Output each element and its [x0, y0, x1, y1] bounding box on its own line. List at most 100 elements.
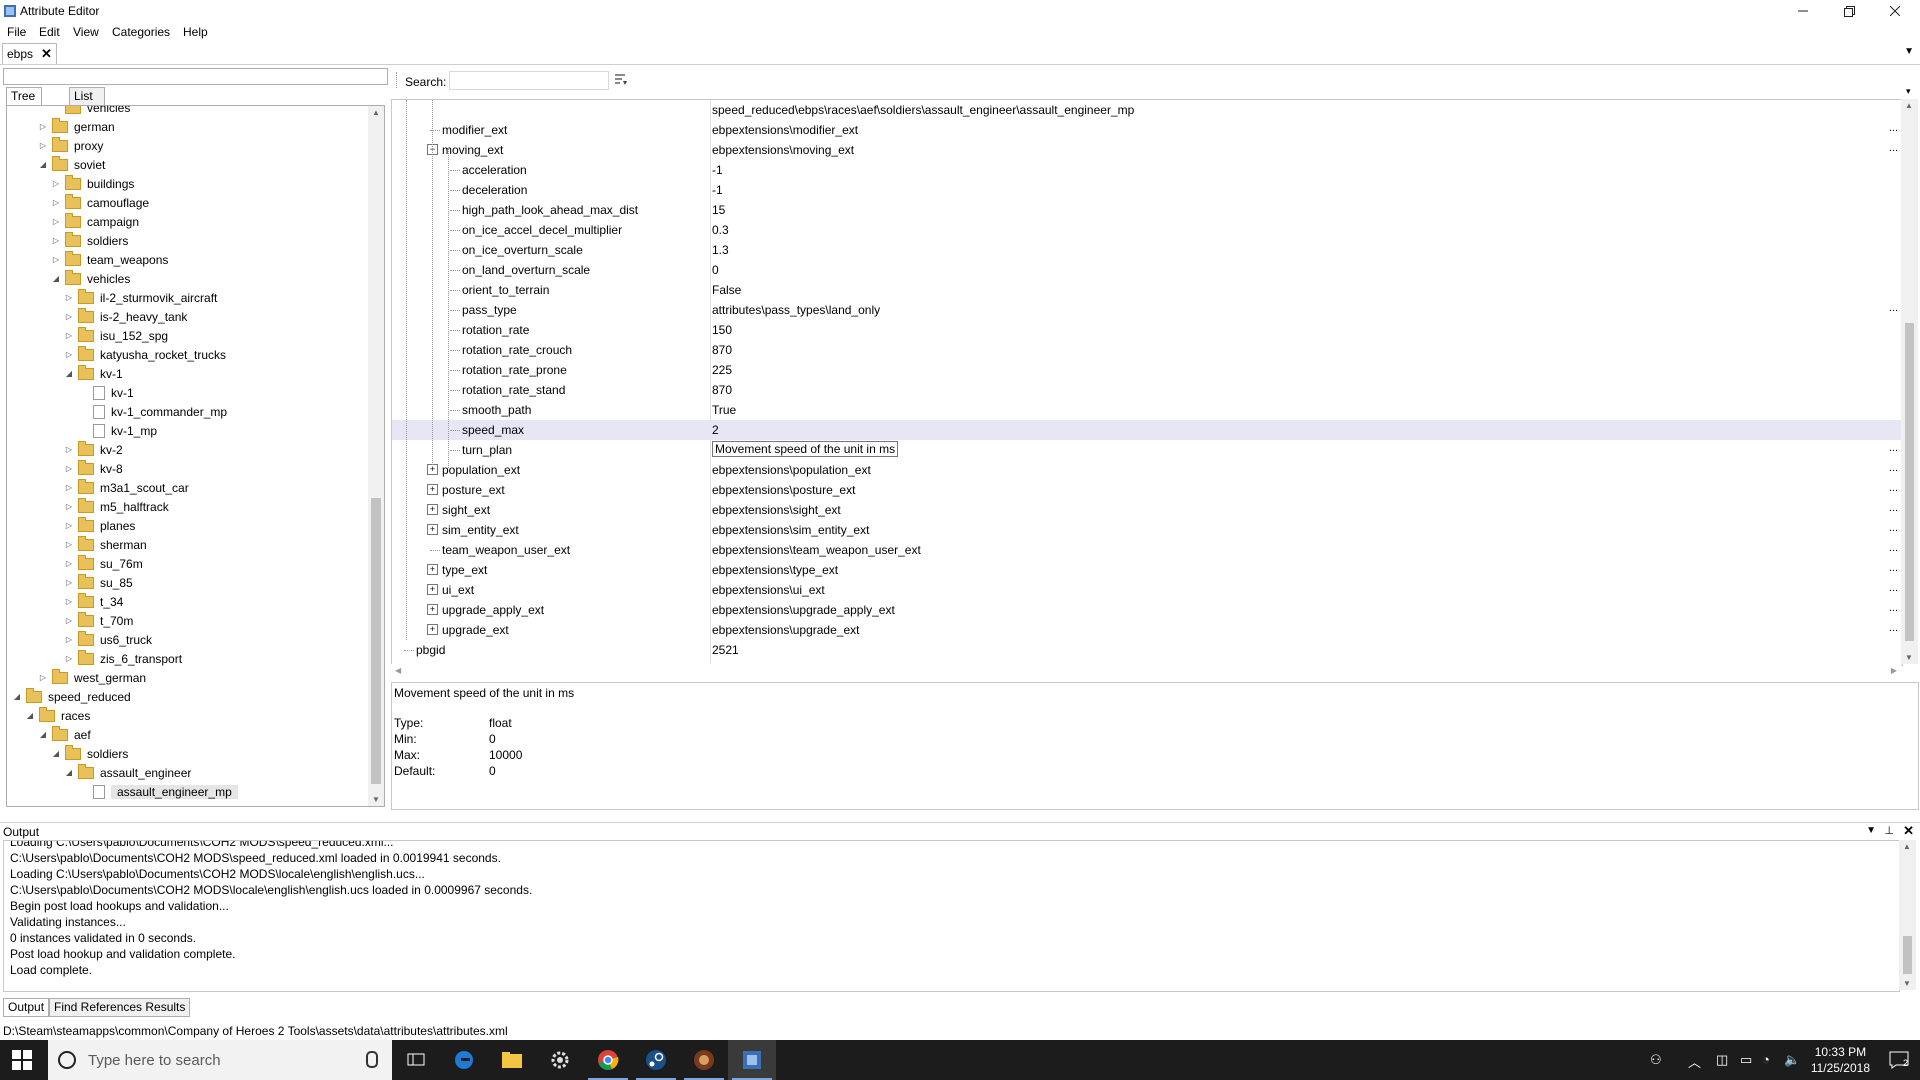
property-row[interactable]: + ui_ext ebpextensions\ui_ext... — [392, 580, 1902, 600]
property-value[interactable]: 15 — [712, 203, 725, 217]
volume-icon[interactable]: 🔈 — [1784, 1052, 1800, 1068]
grid-horizontal-scrollbar[interactable]: ◀ ▶ — [391, 664, 1901, 680]
expand-icon[interactable]: + — [427, 604, 438, 615]
task-view-button[interactable] — [392, 1040, 440, 1080]
property-row[interactable]: on_ice_accel_decel_multiplier 0.3 — [392, 220, 1902, 240]
collapsed-arrow-icon[interactable]: ▷ — [64, 654, 74, 663]
tree-node[interactable]: ▷ m5_halftrack — [64, 497, 169, 516]
menu-categories[interactable]: Categories — [112, 25, 170, 39]
ellipsis-button[interactable]: ... — [1889, 482, 1898, 494]
collapsed-arrow-icon[interactable]: ▷ — [64, 293, 74, 302]
ellipsis-button[interactable]: ... — [1889, 602, 1898, 614]
property-row[interactable]: on_land_overturn_scale 0 — [392, 260, 1902, 280]
collapsed-arrow-icon[interactable]: ▷ — [64, 464, 74, 473]
close-tab-icon[interactable]: ✕ — [41, 46, 52, 62]
taskbar-steam[interactable] — [632, 1040, 680, 1080]
ellipsis-button[interactable]: ... — [1889, 122, 1898, 134]
collapsed-arrow-icon[interactable]: ▷ — [64, 540, 74, 549]
collapsed-arrow-icon[interactable]: ▷ — [64, 521, 74, 530]
ellipsis-button[interactable]: ... — [1889, 142, 1898, 154]
ellipsis-button[interactable]: ... — [1889, 462, 1898, 474]
collapsed-arrow-icon[interactable]: ▷ — [64, 578, 74, 587]
tree-node[interactable]: ▷ katyusha_rocket_trucks — [64, 345, 226, 364]
ellipsis-button[interactable]: ... — [1889, 302, 1898, 314]
tree-node[interactable]: ▷ isu_152_spg — [64, 326, 168, 345]
expanded-arrow-icon[interactable]: ◢ — [51, 749, 61, 758]
pin-icon[interactable]: ⊥ — [1884, 824, 1894, 837]
tree-node[interactable]: ▷ buildings — [51, 174, 134, 193]
scroll-up-icon[interactable]: ▲ — [1905, 101, 1913, 110]
tab-list-dropdown-icon[interactable]: ▼ — [1904, 46, 1914, 57]
ellipsis-button[interactable]: ... — [1889, 582, 1898, 594]
property-value[interactable]: ebpextensions\moving_ext — [712, 143, 854, 157]
notifications-button[interactable]: 2 — [1888, 1050, 1910, 1070]
property-row[interactable]: smooth_path True — [392, 400, 1902, 420]
property-value[interactable]: 1.3 — [712, 243, 729, 257]
tab-find-references[interactable]: Find References Results — [49, 998, 191, 1017]
menu-file[interactable]: File — [7, 25, 26, 39]
expanded-arrow-icon[interactable]: ◢ — [25, 711, 35, 720]
tree-node[interactable]: vehicles — [51, 106, 130, 117]
tree-node[interactable]: ▷ m3a1_scout_car — [64, 478, 189, 497]
collapsed-arrow-icon[interactable]: ▷ — [64, 635, 74, 644]
scroll-left-icon[interactable]: ◀ — [395, 666, 401, 675]
collapsed-arrow-icon[interactable]: ▷ — [64, 559, 74, 568]
windows-start-icon[interactable] — [12, 1050, 32, 1070]
ellipsis-button[interactable]: ... — [1889, 522, 1898, 534]
collapsed-arrow-icon[interactable]: ▷ — [64, 502, 74, 511]
tree-node[interactable]: ◢ races — [25, 706, 90, 725]
tree-node[interactable]: ▷ kv-8 — [64, 459, 123, 478]
property-value[interactable]: -1 — [712, 163, 723, 177]
tree-node[interactable]: ▷ zis_6_transport — [64, 649, 182, 668]
tab-tree-view[interactable]: Tree View — [6, 87, 42, 120]
taskbar-game[interactable] — [680, 1040, 728, 1080]
property-value[interactable]: attributes\pass_types\land_only — [712, 303, 880, 317]
ellipsis-button[interactable]: ... — [1889, 542, 1898, 554]
property-value[interactable]: ebpextensions\upgrade_apply_ext — [712, 603, 895, 617]
property-value[interactable]: False — [712, 283, 741, 297]
property-row[interactable]: + population_ext ebpextensions\population_… — [392, 460, 1902, 480]
panel-options-icon[interactable]: ▾ — [1906, 86, 1911, 97]
people-icon[interactable]: ⚇ — [1650, 1052, 1662, 1068]
property-value[interactable]: 870 — [712, 383, 732, 397]
tree-scrollbar-thumb[interactable] — [371, 498, 381, 784]
collapsed-arrow-icon[interactable]: ▷ — [38, 122, 48, 131]
property-row[interactable]: orient_to_terrain False — [392, 280, 1902, 300]
property-value[interactable]: 2 — [712, 423, 719, 437]
property-row[interactable]: on_ice_overturn_scale 1.3 — [392, 240, 1902, 260]
property-row[interactable]: + upgrade_ext ebpextensions\upgrade_ext... — [392, 620, 1902, 640]
tree-node[interactable]: ▷ team_weapons — [51, 250, 168, 269]
taskbar-search-box[interactable]: Type here to search — [48, 1040, 392, 1080]
scroll-down-icon[interactable]: ▼ — [372, 795, 380, 804]
property-row[interactable]: acceleration -1 — [392, 160, 1902, 180]
property-value[interactable]: ebpextensions\sight_ext — [712, 503, 841, 517]
expanded-arrow-icon[interactable]: ◢ — [12, 692, 22, 701]
property-row[interactable]: − moving_ext ebpextensions\moving_ext... — [392, 140, 1902, 160]
property-row[interactable]: + sim_entity_ext ebpextensions\sim_entity_… — [392, 520, 1902, 540]
property-value[interactable]: ebpextensions\ui_ext — [712, 583, 825, 597]
grid-scrollbar[interactable]: ▲ ▼ — [1901, 99, 1918, 664]
property-value[interactable]: ebpextensions\team_weapon_user_ext — [712, 543, 921, 557]
tab-list-view[interactable]: List View — [69, 87, 105, 120]
tree-node[interactable]: ▷ sherman — [64, 535, 147, 554]
property-value[interactable]: ebpextensions\upgrade_ext — [712, 623, 859, 637]
scroll-up-icon[interactable]: ▲ — [1903, 842, 1911, 851]
property-value[interactable]: True — [712, 403, 736, 417]
grid-scrollbar-thumb[interactable] — [1905, 323, 1914, 641]
expanded-arrow-icon[interactable]: ◢ — [64, 369, 74, 378]
property-value[interactable]: 225 — [712, 363, 732, 377]
tree-node[interactable]: ◢ soviet — [38, 155, 105, 174]
expanded-arrow-icon[interactable]: ◢ — [38, 730, 48, 739]
expanded-arrow-icon[interactable]: ◢ — [64, 768, 74, 777]
expanded-arrow-icon[interactable]: ◢ — [51, 274, 61, 283]
minimize-button[interactable] — [1780, 0, 1826, 22]
tree-node[interactable]: ▷ camouflage — [51, 193, 149, 212]
menu-help[interactable]: Help — [183, 25, 208, 39]
expand-icon[interactable]: + — [427, 504, 438, 515]
network-icon[interactable]: ◫ — [1716, 1052, 1728, 1068]
close-output-icon[interactable]: ✕ — [1903, 823, 1914, 839]
tree-node[interactable]: kv-1 — [77, 383, 134, 402]
restore-button[interactable] — [1826, 0, 1872, 22]
collapsed-arrow-icon[interactable]: ▷ — [51, 255, 61, 264]
collapsed-arrow-icon[interactable]: ▷ — [64, 483, 74, 492]
